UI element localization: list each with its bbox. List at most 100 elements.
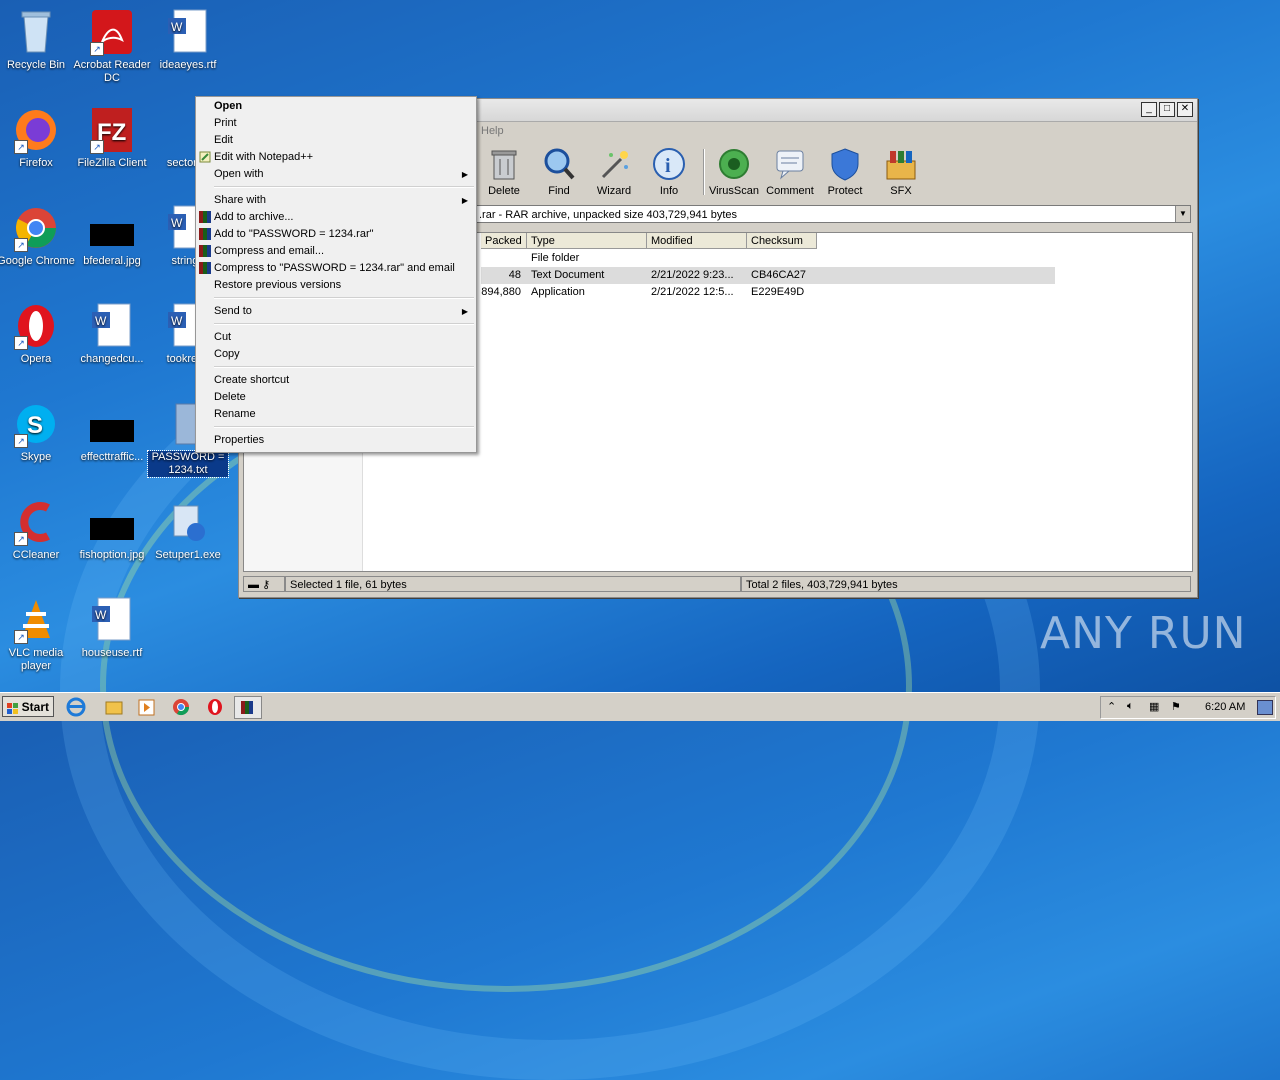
table-row[interactable]: 48 Text Document 2/21/2022 9:23... CB46C… — [481, 267, 1055, 284]
desktop-icon-chrome[interactable]: ↗ Google Chrome — [0, 204, 76, 268]
column-header-packed[interactable]: Packed — [481, 233, 527, 249]
info-icon: i — [652, 147, 686, 181]
toolbar-protect-button[interactable]: Protect — [818, 147, 872, 197]
close-button[interactable]: ✕ — [1177, 102, 1193, 117]
drive-icon: ▬ — [248, 579, 259, 591]
shortcut-arrow-icon: ↗ — [14, 630, 28, 644]
menu-item-add-to-rar[interactable]: Add to "PASSWORD = 1234.rar" — [196, 226, 476, 243]
action-center-flag-icon[interactable]: ⚑ — [1171, 700, 1181, 713]
desktop-icon-fishoption[interactable]: fishoption.jpg — [72, 498, 152, 562]
maximize-button[interactable]: □ — [1159, 102, 1175, 117]
desktop-icon-vlc[interactable]: ↗ VLC media player — [0, 596, 76, 673]
menu-separator — [214, 297, 474, 299]
menu-item-open[interactable]: Open — [196, 98, 476, 115]
desktop-icon-changedcu[interactable]: W changedcu... — [72, 302, 152, 366]
menu-item-share-with[interactable]: Share with ▶ — [196, 192, 476, 209]
desktop-icon-recycle-bin[interactable]: Recycle Bin — [0, 8, 76, 72]
toolbar-sfx-button[interactable]: SFX — [874, 147, 928, 197]
svg-text:W: W — [95, 608, 107, 622]
clock[interactable]: 6:20 AM — [1205, 701, 1245, 713]
column-header-type[interactable]: Type — [527, 233, 647, 249]
menu-item-cut[interactable]: Cut — [196, 329, 476, 346]
installer-icon — [164, 498, 212, 546]
bug-icon — [717, 147, 751, 181]
word-document-icon: W — [88, 302, 136, 350]
submenu-arrow-icon: ▶ — [461, 307, 468, 316]
status-selected: Selected 1 file, 61 bytes — [285, 576, 741, 592]
column-header-modified[interactable]: Modified — [647, 233, 747, 249]
column-header-checksum[interactable]: Checksum — [747, 233, 817, 249]
toolbar-info-button[interactable]: i Info — [642, 147, 696, 197]
desktop-icon-firefox[interactable]: ↗ Firefox — [0, 106, 76, 170]
menu-item-add-to-archive[interactable]: Add to archive... — [196, 209, 476, 226]
notepadpp-icon — [199, 151, 211, 163]
toolbar-wizard-button[interactable]: Wizard — [587, 147, 641, 197]
menu-item-restore-previous-versions[interactable]: Restore previous versions — [196, 277, 476, 294]
desktop-icon-ideaeyes[interactable]: W ideaeyes.rtf — [148, 8, 228, 72]
trash-icon — [487, 147, 521, 181]
menu-item-compress-to-rar-and-email[interactable]: Compress to "PASSWORD = 1234.rar" and em… — [196, 260, 476, 277]
winrar-icon — [241, 701, 253, 714]
menu-item-delete[interactable]: Delete — [196, 389, 476, 406]
network-icon[interactable]: ▦ — [1149, 700, 1159, 713]
winrar-icon — [199, 228, 211, 240]
toolbar-comment-button[interactable]: Comment — [763, 147, 817, 197]
taskbar-explorer-button[interactable] — [100, 696, 128, 719]
menu-item-properties[interactable]: Properties — [196, 432, 476, 449]
taskbar-media-player-button[interactable] — [133, 696, 161, 719]
archive-path-field[interactable]: .rar - RAR archive, unpacked size 403,72… — [475, 205, 1191, 223]
table-row[interactable]: 894,880 Application 2/21/2022 12:5... E2… — [481, 284, 1055, 301]
desktop-icon-ccleaner[interactable]: ↗ CCleaner — [0, 498, 76, 562]
taskbar-winrar-button[interactable] — [234, 696, 262, 719]
svg-text:W: W — [171, 20, 183, 34]
toolbar-delete-button[interactable]: Delete — [477, 147, 531, 197]
show-desktop-icon[interactable] — [1257, 700, 1273, 715]
menu-item-open-with[interactable]: Open with ▶ — [196, 166, 476, 183]
firefox-icon: ↗ — [12, 106, 60, 154]
status-bar: ▬ ⚷ Selected 1 file, 61 bytes Total 2 fi… — [243, 576, 1191, 594]
context-menu: Open Print Edit Edit with Notepad++ Open… — [195, 96, 477, 453]
shortcut-arrow-icon: ↗ — [90, 140, 104, 154]
menu-item-edit-notepadpp[interactable]: Edit with Notepad++ — [196, 149, 476, 166]
menu-help[interactable]: Help — [481, 125, 504, 137]
taskbar-opera-button[interactable] — [201, 696, 229, 719]
desktop-icon-skype[interactable]: S ↗ Skype — [0, 400, 76, 464]
menu-item-rename[interactable]: Rename — [196, 406, 476, 423]
menu-item-compress-and-email[interactable]: Compress and email... — [196, 243, 476, 260]
ccleaner-icon: ↗ — [12, 498, 60, 546]
magnifier-icon — [542, 147, 576, 181]
menu-item-copy[interactable]: Copy — [196, 346, 476, 363]
word-document-icon: W — [164, 8, 212, 56]
desktop-icon-effecttraffic[interactable]: effecttraffic... — [72, 400, 152, 464]
taskbar-chrome-button[interactable] — [167, 696, 195, 719]
desktop-icon-opera[interactable]: ↗ Opera — [0, 302, 76, 366]
start-button[interactable]: Start — [2, 696, 54, 717]
desktop-icon-bfederal[interactable]: bfederal.jpg — [72, 204, 152, 268]
menu-item-send-to[interactable]: Send to ▶ — [196, 303, 476, 320]
menu-item-print[interactable]: Print — [196, 115, 476, 132]
desktop-icon-houseuse[interactable]: W houseuse.rtf — [72, 596, 152, 660]
menu-separator — [214, 426, 474, 428]
shortcut-arrow-icon: ↗ — [14, 434, 28, 448]
menu-item-edit[interactable]: Edit — [196, 132, 476, 149]
submenu-arrow-icon: ▶ — [461, 196, 468, 205]
shortcut-arrow-icon: ↗ — [14, 140, 28, 154]
toolbar-virusscan-button[interactable]: VirusScan — [707, 147, 761, 197]
table-row[interactable]: File folder — [481, 250, 1055, 267]
tray-expand-icon[interactable]: ⌃ — [1107, 700, 1116, 713]
word-document-icon: W — [88, 596, 136, 644]
shield-icon — [828, 147, 862, 181]
svg-text:W: W — [95, 314, 107, 328]
desktop-icon-setuper1[interactable]: Setuper1.exe — [148, 498, 228, 562]
menu-separator — [214, 366, 474, 368]
toolbar-separator — [703, 149, 705, 195]
volume-icon[interactable]: 🔈︎ — [1127, 700, 1134, 713]
minimize-button[interactable]: _ — [1141, 102, 1157, 117]
chevron-down-icon[interactable]: ▼ — [1175, 206, 1190, 222]
taskbar-ie-button[interactable] — [62, 696, 90, 719]
menu-item-create-shortcut[interactable]: Create shortcut — [196, 372, 476, 389]
toolbar-find-button[interactable]: Find — [532, 147, 586, 197]
desktop-icon-filezilla[interactable]: FZ ↗ FileZilla Client — [72, 106, 152, 170]
shortcut-arrow-icon: ↗ — [90, 42, 104, 56]
desktop-icon-acrobat[interactable]: ↗ Acrobat Reader DC — [72, 8, 152, 85]
